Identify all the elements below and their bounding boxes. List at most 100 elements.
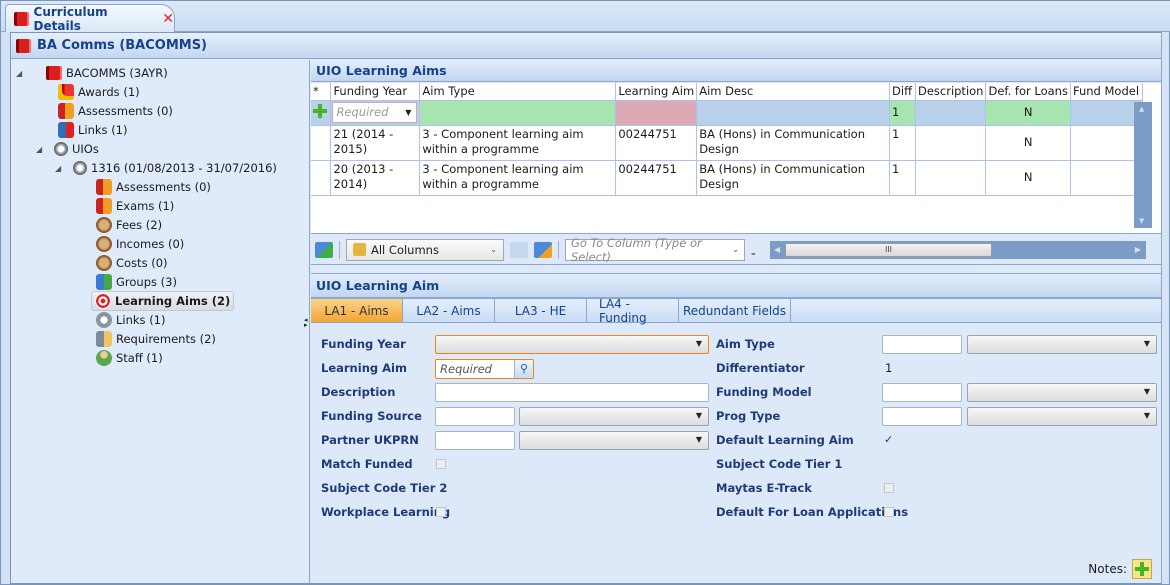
partner-ukprn-select[interactable] [519,431,709,450]
scroll-up-icon[interactable]: ▲ [1139,105,1144,113]
column-header-diff[interactable]: Diff [889,83,916,101]
tree-node-root[interactable]: ◢ BACOMMS (3AYR) [16,64,168,82]
tree-node-incomes[interactable]: Incomes (0) [96,235,184,253]
new-row-diff[interactable]: 1 [889,100,916,126]
cell-aim-type[interactable]: 3 - Component learning aim within a prog… [419,125,617,161]
funding-year-select[interactable] [435,335,709,354]
scroll-right-icon[interactable]: ▶ [1135,245,1141,254]
grid-horizontal-scrollbar[interactable]: ◀ III ▶ [770,241,1146,259]
tree-node-costs[interactable]: Costs (0) [96,254,168,272]
prog-type-select[interactable] [967,407,1157,426]
new-row-fund-model[interactable] [1070,100,1143,126]
search-icon[interactable]: ⚲ [514,360,533,378]
funding-source-code-input[interactable] [435,407,515,426]
tree-node-awards[interactable]: Awards (1) [58,83,140,101]
cell-aim-desc[interactable]: BA (Hons) in Communication Design [696,160,891,196]
default-learning-aim-checkbox[interactable]: ✓ [884,434,894,445]
cell-description[interactable] [915,160,987,196]
tree-node-staff[interactable]: Staff (1) [96,349,163,367]
new-row-aim-type[interactable] [419,100,617,126]
edit-columns-icon[interactable] [534,241,552,258]
maytas-etrack-checkbox[interactable] [884,483,894,493]
scroll-thumb[interactable]: III [785,243,992,257]
funding-model-code-input[interactable] [882,383,962,402]
new-row[interactable]: Required ▼ 1 N [311,100,1162,126]
funding-source-select[interactable] [519,407,709,426]
scroll-left-icon[interactable]: ◀ [774,245,780,254]
new-row-learning-aim[interactable] [615,100,698,126]
add-note-button[interactable] [1132,559,1152,579]
tab-la4-funding[interactable]: LA4 - Funding [587,297,679,325]
tree-node-learning-aims[interactable]: Learning Aims (2) [91,291,235,311]
tab-redundant-fields[interactable]: Redundant Fields [679,299,792,322]
cell-aim-desc[interactable]: BA (Hons) in Communication Design [696,125,891,161]
column-header-aim-type[interactable]: Aim Type [419,83,617,101]
close-icon[interactable]: ✕ [162,11,174,27]
column-header-funding-year[interactable]: Funding Year [330,83,421,101]
panel-splitter-handle[interactable]: ◂ ▸ [304,317,308,329]
cell-description[interactable] [915,125,987,161]
default-loan-checkbox[interactable] [884,507,894,517]
tree-node-links[interactable]: Links (1) [58,121,128,139]
cell-def-loans[interactable]: N [985,160,1071,196]
collapse-arrow-icon[interactable]: ◢ [36,145,50,154]
tab-la2-aims[interactable]: LA2 - Aims [403,299,495,322]
go-to-column-input[interactable]: Go To Column (Type or Select) ⌄ [565,236,745,264]
new-row-description[interactable] [915,100,987,126]
column-header-aim-desc[interactable]: Aim Desc [696,83,891,101]
tree-node-assessments[interactable]: Assessments (0) [58,102,173,120]
cell-diff[interactable]: 1 [889,125,916,161]
prog-type-code-input[interactable] [882,407,962,426]
scroll-down-icon[interactable]: ▼ [1139,217,1144,225]
aim-type-code-input[interactable] [882,335,962,354]
cell-funding-year[interactable]: 20 (2013 - 2014) [330,160,421,196]
cell-def-loans[interactable]: N [985,125,1071,161]
export-excel-icon[interactable] [315,241,333,258]
tree-node-uio-assessments[interactable]: Assessments (0) [96,178,211,196]
column-header-fund-model[interactable]: Fund Model [1070,83,1143,101]
aim-type-select[interactable] [967,335,1157,354]
column-chooser-icon[interactable] [510,241,528,258]
column-header-learning-aim[interactable]: Learning Aim [615,83,698,101]
workplace-learning-checkbox[interactable] [436,507,446,517]
new-row-indicator[interactable] [311,100,332,126]
grid-toolbar: All Columns ⌄ Go To Column (Type or Sele… [311,235,1162,265]
tree-node-requirements[interactable]: Requirements (2) [96,330,216,348]
grid-vertical-scrollbar[interactable]: ▲ ▼ [1134,102,1152,228]
partner-ukprn-code-input[interactable] [435,431,515,450]
new-row-def-loans[interactable]: N [985,100,1071,126]
column-header-def-loans[interactable]: Def. for Loans [985,83,1071,101]
column-header-description[interactable]: Description [915,83,987,101]
collapse-arrow-icon[interactable]: ◢ [16,69,30,78]
tree-node-groups[interactable]: Groups (3) [96,273,177,291]
cell-diff[interactable]: 1 [889,160,916,196]
table-row[interactable]: 20 (2013 - 2014) 3 - Component learning … [311,160,1162,196]
match-funded-checkbox[interactable] [436,459,446,469]
tree-node-fees[interactable]: Fees (2) [96,216,162,234]
tab-la3-he[interactable]: LA3 - HE [495,299,587,322]
description-input[interactable] [435,383,709,402]
cell-funding-year[interactable]: 21 (2014 - 2015) [330,125,421,161]
cell-aim-type[interactable]: 3 - Component learning aim within a prog… [419,160,617,196]
table-row[interactable]: 21 (2014 - 2015) 3 - Component learning … [311,125,1162,161]
tab-curriculum-details[interactable]: Curriculum Details ✕ [5,4,175,33]
cell-learning-aim[interactable]: 00244751 [615,160,698,196]
cell-fund-model[interactable] [1070,160,1143,196]
learning-aim-input[interactable]: Required ⚲ [435,359,534,379]
new-row-aim-desc[interactable] [696,100,891,126]
overflow-icon[interactable]: ₌ [751,249,756,259]
column-header-star[interactable]: * [311,83,332,101]
new-row-funding-year[interactable]: Required ▼ [330,100,421,126]
column-set-select[interactable]: All Columns ⌄ [346,238,504,261]
tab-la1-aims[interactable]: LA1 - Aims [311,299,403,322]
cell-fund-model[interactable] [1070,125,1143,161]
tree-node-uio-links[interactable]: Links (1) [96,311,166,329]
tree-node-uio-1316[interactable]: ◢ 1316 (01/08/2013 - 31/07/2016) [55,159,277,177]
collapse-arrow-icon[interactable]: ◢ [55,164,69,173]
cell-learning-aim[interactable]: 00244751 [615,125,698,161]
funding-model-select[interactable] [967,383,1157,402]
tree-node-exams[interactable]: Exams (1) [96,197,174,215]
tree-node-uios[interactable]: ◢ UIOs [36,140,99,158]
add-row-icon[interactable] [313,103,327,118]
funding-year-dropdown[interactable]: Required ▼ [332,102,418,123]
